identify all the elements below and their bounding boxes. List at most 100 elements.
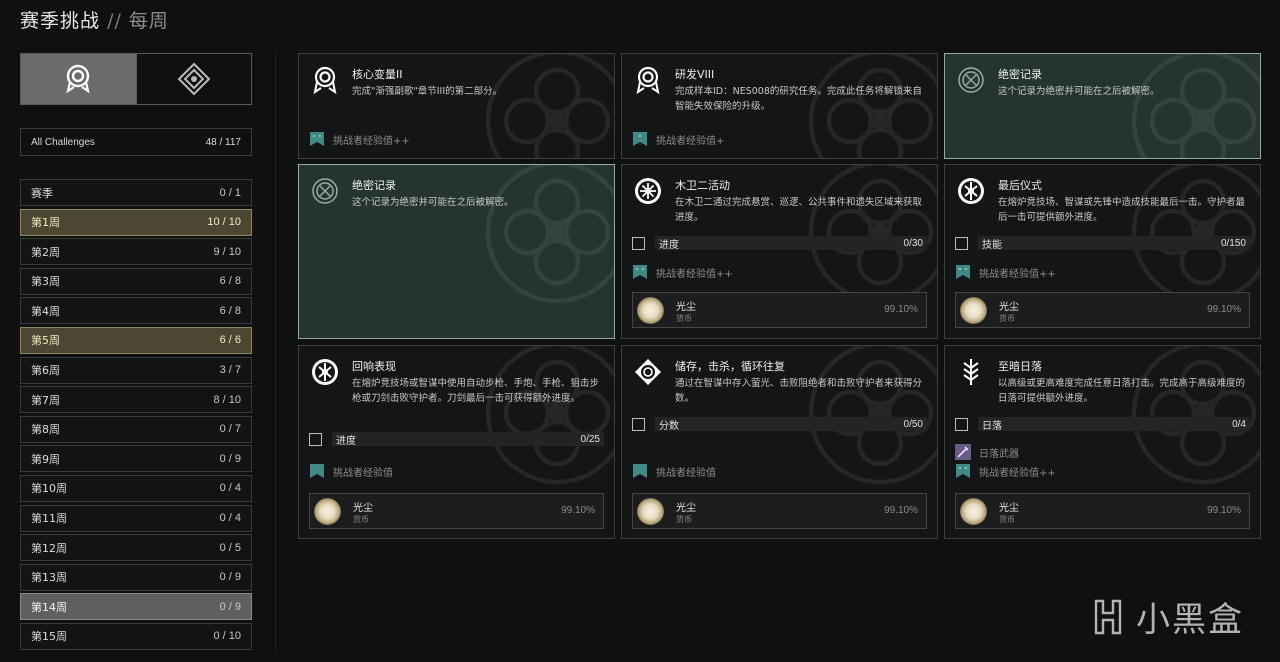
challenge-card[interactable]: 回响表现 在熔炉竞技场或智谋中使用自动步枪、手炮、手枪、狙击步枪或刀剑击败守护者。… [298, 345, 615, 539]
week-item[interactable]: 第3周 6 / 8 [20, 267, 252, 295]
reward-label: 挑战者经验值 [656, 467, 716, 479]
week-count: 0 / 5 [219, 541, 241, 554]
bright-dust-icon [314, 498, 341, 525]
reward-type: 货币 [999, 314, 1015, 323]
reward-item[interactable]: 挑战者经验值++ [632, 264, 733, 280]
card-title: 核心变量II [352, 68, 403, 81]
week-item[interactable]: 第13周 0 / 9 [20, 563, 252, 591]
week-item[interactable]: 第6周 3 / 7 [20, 356, 252, 384]
bright-dust-reward[interactable]: 光尘 货币 99.10% [955, 292, 1250, 328]
reward-item[interactable]: 挑战者经验值 [309, 464, 393, 479]
objective-progress-bar: 进度 0/25 [332, 432, 604, 447]
week-list: 赛季 0 / 1 第1周 10 / 10 第2周 9 / 10 第3周 6 / 8 第4周 6 /… [20, 179, 252, 653]
week-count: 0 / 4 [219, 512, 241, 525]
reward-type: 货币 [676, 314, 692, 323]
reward-name: 光尘 [353, 503, 373, 514]
objective-row: 日落 0/4 [955, 417, 1250, 432]
week-count: 0 / 10 [213, 630, 241, 643]
objective-label: 进度 [659, 239, 679, 251]
reward-item[interactable]: 挑战者经验值 [632, 463, 716, 479]
week-label: 第12周 [31, 541, 67, 555]
week-label: 第8周 [31, 423, 60, 437]
card-description: 通过在智谋中存入萤光、击败阻绝者和击败守护者来获得分数。 [675, 378, 923, 404]
week-label: 第5周 [31, 334, 60, 348]
divider [275, 53, 276, 653]
week-label: 第15周 [31, 630, 67, 644]
reward-item[interactable]: 挑战者经验值++ [955, 464, 1056, 479]
reward-label: 挑战者经验值 [333, 467, 393, 479]
week-count: 6 / 6 [219, 334, 241, 347]
weapon-icon [955, 444, 971, 460]
reward-item[interactable]: 挑战者经验值+ [632, 131, 725, 147]
title-separator: // [107, 10, 122, 32]
bright-dust-reward[interactable]: 光尘 货币 99.10% [955, 493, 1250, 529]
reward-item[interactable]: 挑战者经验值++ [309, 132, 410, 147]
objective-checkbox [632, 417, 645, 431]
objective-value: 0/50 [903, 418, 923, 430]
watermark: 小黑盒 [1088, 592, 1244, 641]
all-challenges-row[interactable]: All Challenges 48 / 117 [20, 128, 252, 156]
week-item[interactable]: 第9周 0 / 9 [20, 445, 252, 473]
week-item[interactable]: 第1周 10 / 10 [20, 208, 252, 236]
objective-label: 技能 [982, 239, 1002, 251]
objective-row: 技能 0/150 [955, 236, 1250, 251]
crucible-icon [957, 177, 985, 205]
challenge-card[interactable]: 绝密记录 这个记录为绝密并可能在之后被解密。 [944, 53, 1261, 159]
classified-icon [311, 177, 339, 205]
week-count: 6 / 8 [219, 275, 241, 288]
week-item[interactable]: 第10周 0 / 4 [20, 474, 252, 502]
bright-dust-reward[interactable]: 光尘 货币 99.10% [309, 493, 604, 529]
objective-progress-bar: 技能 0/150 [978, 236, 1250, 251]
card-description: 以高级或更高难度完成任意日落打击。完成高于高级难度的日落可提供额外进度。 [998, 378, 1246, 404]
week-count: 0 / 7 [219, 423, 241, 436]
card-background-emblem [482, 346, 614, 488]
week-item[interactable]: 第2周 9 / 10 [20, 238, 252, 266]
challenge-card[interactable]: 木卫二活动 在木卫二通过完成悬赏、巡逻、公共事件和遗失区域来获取进度。 进度 0/30… [621, 164, 938, 339]
objective-label: 日落 [982, 420, 1002, 432]
week-item[interactable]: 赛季 0 / 1 [20, 179, 252, 206]
xp-icon [632, 463, 648, 479]
week-count: 9 / 10 [213, 245, 241, 258]
challenge-card[interactable]: 储存，击杀，循环往复 通过在智谋中存入萤光、击败阻绝者和击败守护者来获得分数。 分数… [621, 345, 938, 539]
week-item[interactable]: 第14周 0 / 9 [20, 593, 252, 621]
week-item[interactable]: 第4周 6 / 8 [20, 297, 252, 325]
reward-percent: 99.10% [884, 304, 918, 315]
week-item[interactable]: 第11周 0 / 4 [20, 504, 252, 532]
bright-dust-reward[interactable]: 光尘 货币 99.10% [632, 493, 927, 529]
week-item[interactable]: 第12周 0 / 5 [20, 534, 252, 562]
classified-icon [957, 66, 985, 94]
reward-label: 挑战者经验值++ [979, 268, 1056, 280]
objective-row: 进度 0/25 [309, 432, 604, 447]
card-description: 在熔炉竞技场或智谋中使用自动步枪、手炮、手枪、狙击步枪或刀剑击败守护者。刀剑最后… [352, 378, 600, 404]
challenge-card[interactable]: 研发VIII 完成样本ID：NES008的研究任务。完成此任务将解锁来自智能失效保… [621, 53, 938, 159]
challenge-card[interactable]: 至暗日落 以高级或更高难度完成任意日落打击。完成高于高级难度的日落可提供额外进度。… [944, 345, 1261, 539]
reward-name: 光尘 [676, 503, 696, 514]
card-title: 绝密记录 [352, 179, 396, 192]
card-title: 木卫二活动 [675, 179, 730, 192]
challenge-card[interactable]: 绝密记录 这个记录为绝密并可能在之后被解密。 [298, 164, 615, 339]
objective-checkbox [955, 236, 968, 250]
challenge-card[interactable]: 核心变量II 完成"渐强副歌"章节III的第二部分。 挑战者经验值++ [298, 53, 615, 159]
reward-label: 挑战者经验值++ [656, 268, 733, 280]
week-item[interactable]: 第5周 6 / 6 [20, 326, 252, 354]
xp-plus-icon [632, 131, 648, 147]
seal-icon [66, 64, 90, 94]
reward-item[interactable]: 挑战者经验值++ [955, 265, 1056, 280]
tab-diamond[interactable] [135, 54, 252, 104]
challenge-card[interactable]: 最后仪式 在熔炉竞技场、智谋或先锋中造成技能最后一击。守护者最后一击可提供额外进度… [944, 164, 1261, 339]
reward-item[interactable]: 日落武器 [955, 444, 1019, 460]
week-item[interactable]: 第7周 8 / 10 [20, 386, 252, 414]
reward-label: 挑战者经验值+ [656, 135, 725, 147]
bright-dust-reward[interactable]: 光尘 货币 99.10% [632, 292, 927, 328]
title-text: 赛季挑战 [20, 10, 101, 32]
objective-checkbox [309, 432, 322, 446]
all-challenges-count: 48 / 117 [205, 136, 241, 148]
vanguard-icon [957, 358, 985, 386]
week-item[interactable]: 第15周 0 / 10 [20, 622, 252, 650]
xp-double-icon [632, 264, 648, 280]
card-description: 在木卫二通过完成悬赏、巡逻、公共事件和遗失区域来获取进度。 [675, 197, 923, 223]
seal-icon [311, 66, 339, 95]
tab-seal[interactable] [21, 54, 136, 104]
reward-type: 货币 [999, 515, 1015, 524]
week-item[interactable]: 第8周 0 / 7 [20, 415, 252, 443]
